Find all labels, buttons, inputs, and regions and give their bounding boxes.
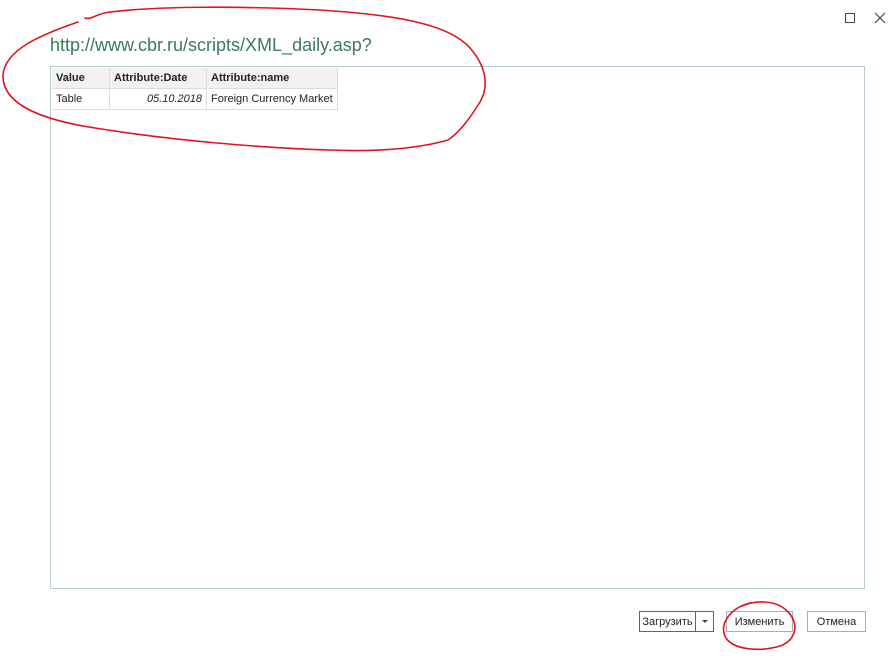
edit-button[interactable]: Изменить bbox=[726, 611, 793, 632]
preview-panel: Value Attribute:Date Attribute:name Tabl… bbox=[50, 66, 865, 589]
maximize-icon bbox=[845, 13, 855, 23]
cell-value[interactable]: Table bbox=[52, 88, 110, 110]
column-header-value[interactable]: Value bbox=[52, 68, 110, 89]
source-url-title: http://www.cbr.ru/scripts/XML_daily.asp? bbox=[50, 35, 372, 55]
load-dropdown-button[interactable] bbox=[696, 612, 713, 631]
close-icon bbox=[874, 12, 886, 24]
cancel-button[interactable]: Отмена bbox=[807, 611, 866, 632]
preview-table: Value Attribute:Date Attribute:name Tabl… bbox=[52, 68, 338, 110]
chevron-down-icon bbox=[701, 620, 708, 623]
table-row: Table 05.10.2018 Foreign Currency Market bbox=[52, 88, 338, 110]
table-header-row: Value Attribute:Date Attribute:name bbox=[52, 68, 338, 89]
close-button[interactable] bbox=[872, 10, 888, 26]
cell-attribute-date[interactable]: 05.10.2018 bbox=[109, 88, 207, 110]
column-header-attribute-name[interactable]: Attribute:name bbox=[206, 68, 338, 89]
column-header-attribute-date[interactable]: Attribute:Date bbox=[109, 68, 207, 89]
load-button[interactable]: Загрузить bbox=[640, 612, 696, 631]
load-split-button: Загрузить bbox=[639, 611, 714, 632]
cell-attribute-name[interactable]: Foreign Currency Market bbox=[206, 88, 338, 110]
maximize-button[interactable] bbox=[842, 10, 858, 26]
